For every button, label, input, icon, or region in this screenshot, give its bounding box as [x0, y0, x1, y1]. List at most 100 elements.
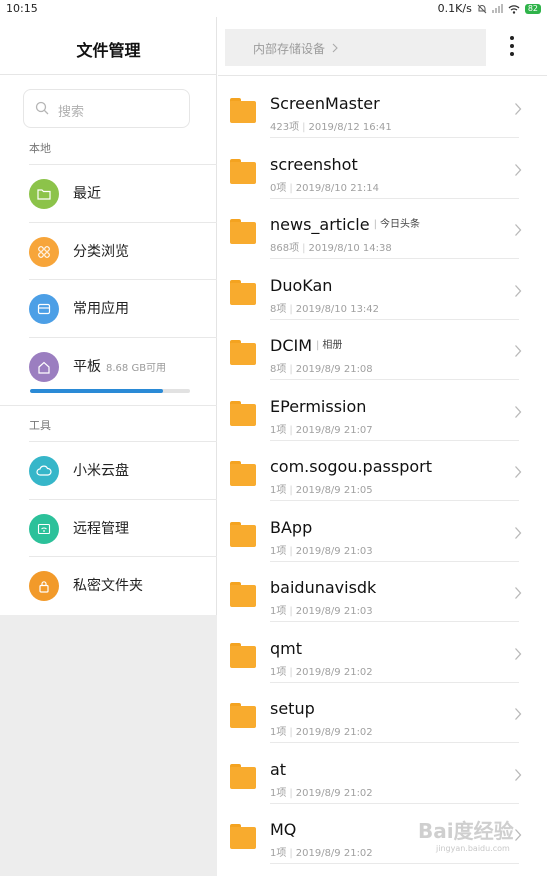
- file-name: BApp: [270, 518, 312, 537]
- file-name: com.sogou.passport: [270, 457, 432, 476]
- file-name-text: screenshot: [270, 154, 358, 174]
- status-time: 10:15: [6, 2, 38, 15]
- file-name-text: ScreenMaster: [270, 94, 380, 113]
- chevron-right-icon: [515, 587, 522, 599]
- status-bar: 10:15 0.1K/s 82: [0, 0, 547, 17]
- file-row[interactable]: screenshot 0项 | 2019/8/10 21:14: [218, 139, 547, 199]
- modified-date: 2019/8/10 14:38: [308, 243, 392, 254]
- chevron-right-icon: [515, 345, 522, 357]
- folder-icon: [230, 340, 256, 365]
- file-meta: 1项 | 2019/8/9 21:07: [270, 424, 373, 436]
- sidebar-item-cloud[interactable]: 小米云盘: [0, 442, 217, 499]
- file-name: baidunavisdk: [270, 578, 376, 597]
- chevron-right-icon: [515, 647, 522, 660]
- file-name-text: BApp: [270, 517, 313, 537]
- modified-date: 2019/8/9 21:02: [295, 848, 373, 859]
- home-icon: [29, 352, 59, 382]
- sidebar-item-label: 最近: [73, 186, 101, 202]
- chevron-right-icon: [515, 768, 522, 781]
- item-count: 0项: [270, 182, 287, 194]
- item-count: 1项: [270, 666, 287, 678]
- search-icon: [35, 101, 49, 115]
- file-name: ScreenMaster: [270, 94, 380, 113]
- storage-usage-fill: [30, 389, 163, 393]
- file-name-text: at: [270, 759, 287, 779]
- folder-icon: [230, 582, 256, 607]
- chevron-right-icon: [515, 405, 522, 418]
- breadcrumb[interactable]: 内部存储设备: [253, 40, 339, 57]
- folder-icon: [230, 763, 256, 789]
- app-tag-text: 相册: [322, 340, 343, 351]
- file-row[interactable]: com.sogou.passport 1项 | 2019/8/9 21:05: [218, 441, 547, 501]
- app-box-icon: [29, 294, 59, 324]
- file-name-text: DCIM: [270, 336, 313, 355]
- app-tag: | 相册: [316, 340, 343, 351]
- file-name: screenshot: [270, 155, 358, 174]
- modified-date: 2019/8/9 21:08: [295, 364, 373, 375]
- file-meta: 1项 | 2019/8/9 21:05: [270, 485, 373, 496]
- sidebar-item-label: 远程管理: [73, 521, 129, 537]
- modified-date: 2019/8/9 21:03: [295, 545, 373, 557]
- path-bar[interactable]: 内部存储设备: [225, 29, 486, 66]
- item-count: 1项: [270, 424, 287, 436]
- folder-icon: [230, 98, 256, 123]
- app-tag: | 今日头条: [373, 219, 420, 230]
- item-count: 868项: [270, 243, 300, 254]
- sidebar: 文件管理 搜索 本地 最近 分类浏览 常用应用 平板 8.68 GB可用 工具 …: [0, 17, 217, 615]
- signal-icon: [491, 4, 503, 13]
- file-name-text: com.sogou.passport: [270, 457, 432, 476]
- file-row[interactable]: at 1项 | 2019/8/9 21:02: [218, 744, 547, 804]
- file-name: DCIM | 相册: [270, 336, 342, 355]
- more-options-icon[interactable]: [510, 36, 514, 58]
- item-count: 1项: [270, 606, 287, 617]
- file-row[interactable]: EPermission 1项 | 2019/8/9 21:07: [218, 381, 547, 441]
- wifi-icon: [29, 514, 59, 544]
- watermark-text: Bai度经验: [418, 819, 514, 843]
- file-row[interactable]: news_article | 今日头条 868项 | 2019/8/10 14:38: [218, 199, 547, 259]
- file-row[interactable]: qmt 1项 | 2019/8/9 21:02: [218, 623, 547, 683]
- watermark: Bai度经验 jingyan.baidu.com: [418, 815, 514, 853]
- sidebar-item-private-folder[interactable]: 私密文件夹: [0, 557, 217, 614]
- sidebar-item-label: 小米云盘: [73, 463, 129, 479]
- divider: [270, 863, 519, 864]
- breadcrumb-label: 内部存储设备: [253, 42, 326, 56]
- file-row[interactable]: DuoKan 8项 | 2019/8/10 13:42: [218, 260, 547, 320]
- sidebar-item-remote[interactable]: 远程管理: [0, 500, 217, 557]
- sidebar-item-tablet-storage[interactable]: 平板 8.68 GB可用: [0, 338, 217, 405]
- chevron-right-icon: [515, 163, 522, 176]
- file-meta: 423项 | 2019/8/12 16:41: [270, 122, 392, 133]
- search-input[interactable]: 搜索: [23, 89, 190, 128]
- folder-icon: [230, 461, 256, 486]
- item-count: 1项: [270, 787, 287, 799]
- storage-usage-bar: [30, 389, 190, 393]
- folder-icon: [230, 279, 256, 305]
- modified-date: 2019/8/9 21:02: [295, 666, 373, 678]
- item-count: 8项: [270, 303, 287, 315]
- sidebar-item-recent[interactable]: 最近: [0, 165, 217, 222]
- modified-date: 2019/8/9 21:02: [295, 787, 373, 799]
- modified-date: 2019/8/10 13:42: [295, 303, 380, 315]
- battery-badge: 82: [524, 3, 541, 14]
- sidebar-item-label: 私密文件夹: [73, 578, 143, 594]
- file-name: DuoKan: [270, 276, 332, 295]
- file-meta: 1项 | 2019/8/9 21:02: [270, 666, 373, 678]
- file-row[interactable]: ScreenMaster 423项 | 2019/8/12 16:41: [218, 78, 547, 138]
- file-row[interactable]: baidunavisdk 1项 | 2019/8/9 21:03: [218, 562, 547, 622]
- chevron-right-icon: [515, 103, 522, 115]
- folder-icon: [230, 824, 256, 849]
- net-speed: 0.1K/s: [437, 2, 472, 15]
- modified-date: 2019/8/9 21:02: [295, 727, 373, 738]
- search-placeholder: 搜索: [58, 105, 85, 120]
- file-name-text: qmt: [270, 638, 303, 658]
- sidebar-item-apps[interactable]: 常用应用: [0, 280, 217, 337]
- sidebar-item-categories[interactable]: 分类浏览: [0, 223, 217, 280]
- file-row[interactable]: BApp 1项 | 2019/8/9 21:03: [218, 502, 547, 562]
- sidebar-item-label: 分类浏览: [73, 244, 129, 260]
- file-name-text: baidunavisdk: [270, 578, 377, 597]
- file-row[interactable]: setup 1项 | 2019/8/9 21:02: [218, 683, 547, 743]
- file-meta: 1项 | 2019/8/9 21:03: [270, 606, 373, 617]
- file-meta: 0项 | 2019/8/10 21:14: [270, 182, 380, 194]
- modified-date: 2019/8/9 21:07: [295, 424, 373, 436]
- cloud-icon: [29, 456, 59, 486]
- file-row[interactable]: DCIM | 相册 8项 | 2019/8/9 21:08: [218, 320, 547, 380]
